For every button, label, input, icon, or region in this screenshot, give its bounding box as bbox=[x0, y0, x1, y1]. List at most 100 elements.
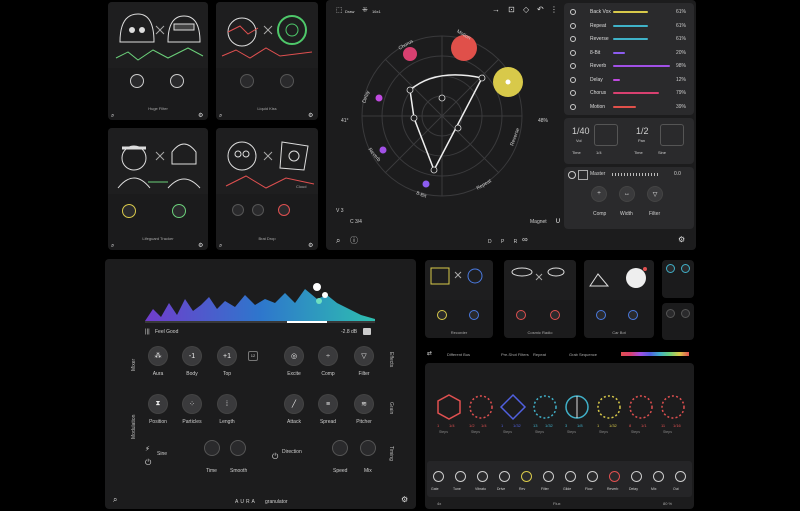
bottom-knob[interactable] bbox=[675, 471, 686, 482]
undo-icon[interactable]: ↶ bbox=[537, 6, 544, 14]
knob[interactable] bbox=[516, 310, 526, 320]
bottom-knob[interactable] bbox=[543, 471, 554, 482]
mod-shape-value[interactable]: Sine bbox=[157, 451, 167, 457]
width-button[interactable]: ↔ bbox=[620, 187, 634, 201]
gear-icon[interactable]: ⚙ bbox=[308, 112, 313, 120]
info-icon[interactable]: ⓘ bbox=[350, 237, 358, 245]
master-toggle[interactable] bbox=[568, 171, 576, 179]
step-value[interactable]: 11 bbox=[661, 423, 665, 428]
bottom-knob[interactable] bbox=[521, 471, 532, 482]
fx-bar[interactable] bbox=[613, 11, 649, 13]
fx-bar[interactable] bbox=[613, 38, 649, 40]
grid-icon[interactable]: ⁜ bbox=[362, 7, 368, 15]
gear-icon[interactable]: ⚙ bbox=[198, 112, 203, 120]
aura-button-particles[interactable]: ⁘ bbox=[183, 395, 201, 413]
swap-icon[interactable]: ⇄ bbox=[427, 350, 432, 358]
preset-name[interactable]: Feel Good bbox=[155, 329, 178, 335]
knob[interactable] bbox=[681, 264, 690, 273]
mod-shape-icon[interactable]: ⚡ bbox=[145, 446, 150, 454]
knob[interactable] bbox=[596, 310, 606, 320]
bottom-knob[interactable] bbox=[587, 471, 598, 482]
pan-wave-button[interactable] bbox=[660, 124, 684, 146]
fx-toggle[interactable] bbox=[570, 36, 576, 42]
fx-bar[interactable] bbox=[613, 105, 636, 108]
knob[interactable] bbox=[280, 74, 294, 88]
search-icon[interactable]: ⌕ bbox=[219, 112, 222, 120]
fx-row[interactable]: Chorus 79% bbox=[568, 87, 690, 100]
top-badge[interactable]: 12 bbox=[248, 351, 258, 361]
knob[interactable] bbox=[469, 310, 479, 320]
toolbar-left[interactable]: Different Bus bbox=[447, 352, 470, 357]
step-value[interactable]: 1 bbox=[437, 423, 439, 428]
fx-toggle[interactable] bbox=[570, 22, 576, 29]
bottom-knob[interactable] bbox=[499, 471, 510, 482]
knob[interactable] bbox=[278, 204, 290, 216]
step-shape-circle[interactable] bbox=[531, 393, 559, 421]
step-value[interactable]: 1/1 bbox=[641, 423, 647, 428]
step-value[interactable]: 8 bbox=[629, 423, 631, 428]
aura-button-aura[interactable]: ⁂ bbox=[149, 347, 167, 365]
search-icon[interactable]: ⌕ bbox=[113, 496, 117, 504]
fx-toggle[interactable] bbox=[570, 76, 576, 83]
radar-chart[interactable] bbox=[326, 18, 558, 248]
pan-shape-value[interactable]: Sine bbox=[658, 150, 666, 155]
eraser-icon[interactable]: ◇ bbox=[523, 6, 529, 14]
step-shape-circle[interactable] bbox=[659, 393, 687, 421]
knob[interactable] bbox=[240, 74, 254, 88]
power-icon[interactable]: ⏻ bbox=[272, 453, 278, 461]
gear-icon[interactable]: ⚙ bbox=[401, 496, 408, 504]
aura-button-position[interactable]: ⧗ bbox=[149, 395, 167, 413]
arrow-right-icon[interactable]: → bbox=[492, 6, 500, 14]
step-value[interactable]: 1/32 bbox=[513, 423, 521, 428]
fx-bar[interactable] bbox=[613, 92, 659, 94]
step-value[interactable]: 1 bbox=[501, 423, 503, 428]
step-value[interactable]: 1/32 bbox=[609, 423, 617, 428]
step-value[interactable]: 1/2 bbox=[469, 423, 475, 428]
fx-row[interactable]: Back Vox 61% bbox=[568, 6, 690, 19]
step-shape-split[interactable] bbox=[563, 393, 591, 421]
knob[interactable] bbox=[666, 264, 675, 273]
fx-row[interactable]: Repeat 61% bbox=[568, 20, 690, 33]
step-shape-circle[interactable] bbox=[627, 393, 655, 421]
aura-button-pitcher[interactable]: ≋ bbox=[355, 395, 373, 413]
search-icon[interactable]: ⌕ bbox=[336, 237, 340, 245]
toolbar-mid[interactable]: Pre-Shot Filters bbox=[501, 352, 529, 357]
knob[interactable] bbox=[130, 74, 144, 88]
aura-button-excite[interactable]: ◎ bbox=[285, 347, 303, 365]
fx-bar[interactable] bbox=[613, 65, 670, 67]
step-value[interactable]: 1 bbox=[597, 423, 599, 428]
aura-button-body[interactable]: -1 bbox=[183, 347, 201, 365]
knob[interactable] bbox=[232, 204, 244, 216]
more-icon[interactable]: ⋮ bbox=[550, 6, 558, 14]
step-value[interactable]: 1/8 bbox=[577, 423, 583, 428]
search-icon[interactable]: ⌕ bbox=[219, 242, 222, 250]
vol-wave-button[interactable] bbox=[594, 124, 618, 146]
knob[interactable] bbox=[252, 204, 264, 216]
fx-row[interactable]: Delay 12% bbox=[568, 74, 690, 87]
knob[interactable] bbox=[437, 310, 447, 320]
fx-row[interactable]: Reverb 98% bbox=[568, 60, 690, 73]
speed-knob[interactable] bbox=[332, 440, 348, 456]
aura-button-attack[interactable]: ╱ bbox=[285, 395, 303, 413]
fx-row[interactable]: Motion 39% bbox=[568, 101, 690, 114]
link-icon[interactable]: ∞ bbox=[522, 236, 528, 244]
knob[interactable] bbox=[628, 310, 638, 320]
fx-toggle[interactable] bbox=[570, 63, 576, 69]
knob[interactable] bbox=[172, 204, 186, 218]
knob[interactable] bbox=[666, 309, 675, 318]
knob[interactable] bbox=[550, 310, 560, 320]
bottom-knob[interactable] bbox=[455, 471, 466, 482]
color-swatches[interactable] bbox=[621, 352, 689, 356]
toolbar-right[interactable]: Grab Sequence bbox=[569, 352, 597, 357]
step-value[interactable]: 1/4 bbox=[449, 423, 455, 428]
bottom-knob[interactable] bbox=[609, 471, 620, 482]
smooth-knob[interactable] bbox=[230, 440, 246, 456]
fx-toggle[interactable] bbox=[570, 103, 576, 110]
knob[interactable] bbox=[170, 74, 184, 88]
step-shape-circle[interactable] bbox=[467, 393, 495, 421]
magnet-label[interactable]: Magnet bbox=[530, 219, 547, 225]
draw-icon[interactable]: ⬚ bbox=[336, 7, 343, 15]
toolbar-repeat[interactable]: Repeat bbox=[533, 352, 546, 357]
fx-toggle[interactable] bbox=[570, 49, 576, 56]
grain-waveform[interactable] bbox=[105, 259, 416, 339]
